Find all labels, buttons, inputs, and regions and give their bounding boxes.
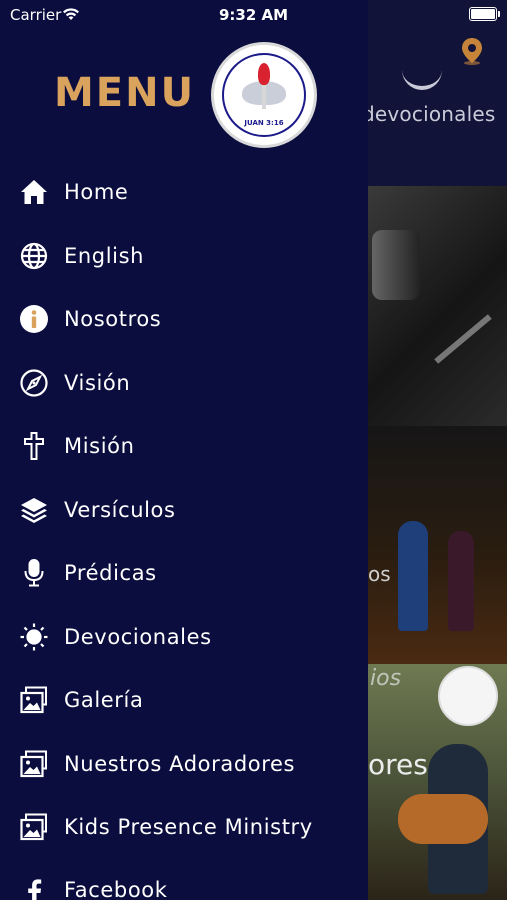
card-guitar-instrument	[398, 794, 488, 844]
menu-item-kids-presence-ministry[interactable]: Kids Presence Ministry	[0, 797, 368, 857]
home-icon	[18, 176, 50, 208]
sun-icon	[18, 621, 50, 653]
menu-item-label: Kids Presence Ministry	[64, 815, 313, 839]
menu-item-predicas[interactable]: Prédicas	[0, 543, 368, 603]
gallery-icon	[18, 684, 50, 716]
menu-item-mision[interactable]: Misión	[0, 416, 368, 476]
background-card-guitar[interactable]: ios ores	[368, 664, 507, 900]
layers-icon	[18, 494, 50, 526]
flame-icon	[258, 63, 270, 85]
menu-item-label: Versículos	[64, 498, 176, 522]
menu-item-facebook[interactable]: Facebook	[0, 860, 368, 900]
menu-item-label: Nosotros	[64, 307, 162, 331]
compass-icon	[18, 367, 50, 399]
menu-item-label: Home	[64, 180, 129, 204]
menu-item-label: Misión	[64, 434, 135, 458]
card-person-1	[398, 521, 428, 631]
navigation-drawer: MENU JUAN 3:16 Home English Nosotros Vis…	[0, 0, 368, 900]
menu-item-versiculos[interactable]: Versículos	[0, 480, 368, 540]
info-icon	[18, 303, 50, 335]
cross-icon	[18, 430, 50, 462]
menu-item-galeria[interactable]: Galería	[0, 670, 368, 730]
facebook-icon	[18, 874, 50, 900]
gallery-icon	[18, 748, 50, 780]
menu-item-label: Devocionales	[64, 625, 212, 649]
menu-item-home[interactable]: Home	[0, 162, 368, 222]
menu-item-nosotros[interactable]: Nosotros	[0, 289, 368, 349]
status-bar: Carrier 9:32 AM	[0, 0, 507, 28]
card-guitar-logo	[438, 666, 498, 726]
background-card-worship[interactable]: os	[368, 426, 507, 664]
menu-item-english[interactable]: English	[0, 226, 368, 286]
microphone-icon	[18, 557, 50, 589]
menu-item-label: English	[64, 244, 145, 268]
menu-item-nuestros-adoradores[interactable]: Nuestros Adoradores	[0, 734, 368, 794]
card-mic-stand	[434, 314, 492, 364]
card-guitar-text: ores	[368, 748, 428, 781]
globe-icon	[18, 240, 50, 272]
menu-item-vision[interactable]: Visión	[0, 353, 368, 413]
clock: 9:32 AM	[218, 6, 289, 24]
menu-item-label: Facebook	[64, 878, 168, 900]
menu-title: MENU	[54, 70, 196, 116]
menu-item-label: Prédicas	[64, 561, 157, 585]
menu-item-label: Visión	[64, 371, 131, 395]
menu-item-label: Galería	[64, 688, 144, 712]
battery-icon	[469, 7, 500, 21]
card-person-2	[448, 531, 474, 631]
card-worship-text: os	[368, 562, 391, 586]
logo-text: JUAN 3:16	[244, 119, 284, 127]
location-pin-icon[interactable]	[457, 36, 487, 70]
ministry-logo: JUAN 3:16	[211, 42, 317, 148]
card-mic-image	[372, 230, 420, 300]
menu-item-devocionales[interactable]: Devocionales	[0, 607, 368, 667]
background-header-label: devocionales	[362, 102, 496, 126]
smile-icon	[402, 66, 442, 90]
menu-item-label: Nuestros Adoradores	[64, 752, 296, 776]
background-card-microphone[interactable]	[368, 186, 507, 426]
card-guitar-text-top: ios	[370, 666, 402, 691]
gallery-icon	[18, 811, 50, 843]
